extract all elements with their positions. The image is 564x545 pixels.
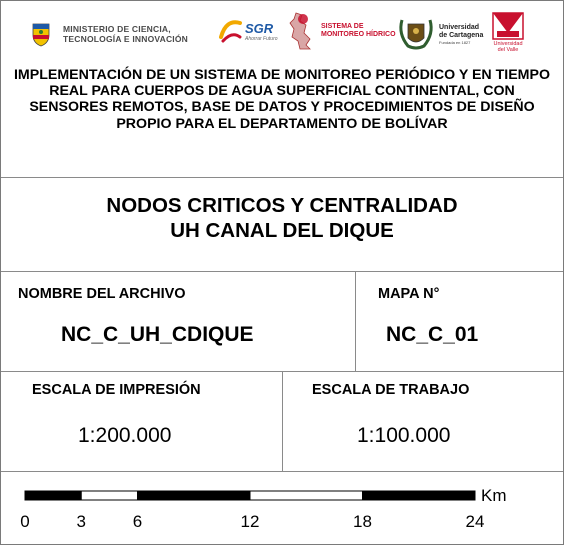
map-number-label: MAPA N° (378, 286, 440, 302)
udc-line2: de Cartagena (439, 31, 484, 39)
scale-bar-segment (249, 490, 363, 501)
scale-bar-tick-label: 18 (353, 512, 372, 531)
colombia-shield-icon (32, 23, 50, 47)
print-scale-label: ESCALA DE IMPRESIÓN (32, 382, 201, 398)
sgr-text: SGR (245, 20, 274, 36)
work-scale-value: 1:100.000 (357, 424, 451, 447)
smh-line2: MONITOREO HÍDRICO (321, 31, 396, 38)
divider-1 (1, 177, 563, 178)
project-title: IMPLEMENTACIÓN DE UN SISTEMA DE MONITORE… (13, 67, 551, 132)
smh-logo: SISTEMA DE MONITOREO HÍDRICO (286, 11, 396, 51)
uv-emblem-icon (492, 12, 524, 40)
scale-bar-tick-label: 12 (241, 512, 260, 531)
scale-bar-tick-label: 24 (466, 512, 485, 531)
ministerio-line1: MINISTERIO DE CIENCIA, (63, 24, 171, 34)
sgr-subtitle: Ahorrar Futuro (245, 35, 278, 42)
scale-bar-tick-label: 3 (77, 512, 86, 531)
divider-4 (1, 471, 563, 472)
divider-v2 (282, 371, 283, 471)
file-label: NOMBRE DEL ARCHIVO (18, 286, 186, 302)
scale-bar-tick-label: 6 (133, 512, 142, 531)
file-value: NC_C_UH_CDIQUE (61, 323, 254, 346)
logo-row: MINISTERIO DE CIENCIA, TECNOLOGÍA E INNO… (1, 1, 563, 63)
ministerio-logo: MINISTERIO DE CIENCIA, TECNOLOGÍA E INNO… (29, 21, 188, 47)
sgr-logo: SGR Ahorrar Futuro (218, 17, 278, 45)
sgr-swirl-icon (219, 20, 242, 43)
udc-crest-icon (399, 19, 433, 50)
scale-bar-segment (24, 490, 82, 501)
uv-line2: del Valle (497, 47, 519, 53)
divider-v1 (355, 271, 356, 371)
print-scale-value: 1:200.000 (78, 424, 172, 447)
map-title-line2: UH CANAL DEL DIQUE (170, 219, 394, 242)
map-number-value: NC_C_01 (386, 323, 479, 346)
udc-line1: Universidad (439, 23, 480, 31)
scale-bar-unit: Km (481, 486, 507, 505)
divider-2 (1, 271, 563, 272)
scale-bar-segment (362, 490, 476, 501)
map-title: NODOS CRITICOS Y CENTRALIDAD UH CANAL DE… (11, 193, 553, 243)
ministerio-line2: TECNOLOGÍA E INNOVACIÓN (63, 34, 189, 44)
work-scale-label: ESCALA DE TRABAJO (312, 382, 470, 398)
map-title-line1: NODOS CRITICOS Y CENTRALIDAD (106, 194, 458, 217)
uv-logo: Universidad del Valle (491, 11, 525, 53)
bolivar-map-icon (289, 12, 311, 50)
scale-bar-segment (137, 490, 251, 501)
scale-bar: 0 3 6 12 18 24 Km (20, 486, 507, 531)
scale-bar-segment (80, 490, 138, 501)
map-legend-box: MINISTERIO DE CIENCIA, TECNOLOGÍA E INNO… (0, 0, 564, 545)
udc-logo: Universidad de Cartagena Fundada en 1827 (396, 16, 483, 52)
udc-subtitle: Fundada en 1827 (439, 39, 471, 45)
smh-line1: SISTEMA DE (321, 23, 364, 30)
scale-bar-tick-label: 0 (20, 512, 29, 531)
